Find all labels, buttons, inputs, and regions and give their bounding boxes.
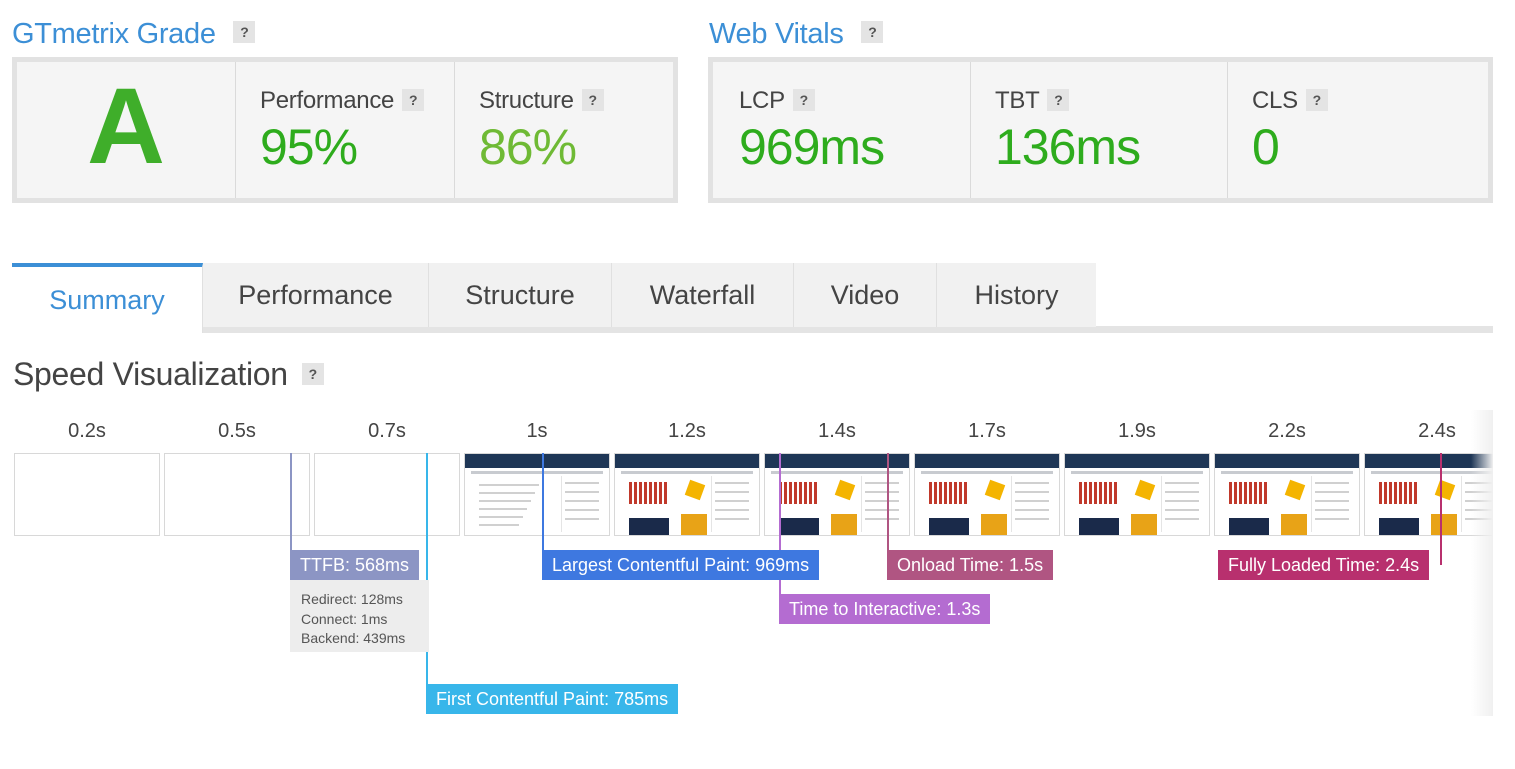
lcp-badge: Largest Contentful Paint: 969ms (542, 550, 820, 580)
cls-label-text: CLS (1252, 87, 1298, 114)
tab-performance[interactable]: Performance (203, 263, 429, 327)
frame-time-label: 1.7s (968, 420, 1006, 442)
cls-value: 0 (1252, 119, 1280, 175)
fully-loaded-marker-line (1440, 453, 1442, 565)
tab-structure[interactable]: Structure (429, 263, 612, 327)
help-icon[interactable]: ? (1305, 88, 1328, 111)
frame-time-label: 1.9s (1118, 420, 1156, 442)
structure-value: 86% (479, 119, 577, 175)
help-icon[interactable]: ? (1047, 88, 1070, 111)
fcp-marker-line (426, 453, 428, 700)
fcp-badge: First Contentful Paint: 785ms (426, 684, 679, 714)
tbt-cell: TBT? 136ms (971, 62, 1228, 198)
help-icon[interactable]: ? (792, 88, 815, 111)
frame-time-label: 0.7s (368, 420, 406, 442)
grade-letter: A (87, 65, 165, 186)
frame-time-label: 0.2s (68, 420, 106, 442)
ttfb-details: Redirect: 128ms Connect: 1ms Backend: 43… (290, 580, 429, 652)
speed-timeline: 0.2s 0.5s 0.7s 1s 1.2s 1.4s 1.7s 1.9s 2.2s 2.4s T… (0, 410, 1493, 716)
web-vitals-title: Web Vitals ? (709, 18, 884, 51)
filmstrip-frame[interactable] (614, 453, 760, 536)
filmstrip-frame[interactable] (1214, 453, 1360, 536)
onload-badge: Onload Time: 1.5s (887, 550, 1054, 580)
structure-cell: Structure? 86% (455, 62, 673, 198)
ttfb-redirect: Redirect: 128ms (301, 591, 403, 607)
speed-visualization-title: Speed Visualization? (13, 356, 324, 393)
performance-label: Performance? (260, 87, 425, 115)
grade-cell: A (17, 62, 236, 198)
web-vitals-panel: LCP? 969ms TBT? 136ms CLS? 0 (708, 57, 1493, 203)
help-icon[interactable]: ? (402, 88, 425, 111)
frame-time-label: 1s (526, 420, 548, 442)
tab-summary[interactable]: Summary (12, 263, 203, 333)
lcp-label-text: LCP (739, 87, 785, 114)
performance-cell: Performance? 95% (236, 62, 455, 198)
tbt-label-text: TBT (995, 87, 1040, 114)
tab-history[interactable]: History (937, 263, 1096, 327)
filmstrip-frame[interactable] (464, 453, 610, 536)
structure-label: Structure? (479, 87, 604, 115)
report-tabs: Summary Performance Structure Waterfall … (12, 263, 1096, 333)
tbt-label: TBT? (995, 87, 1070, 115)
performance-value: 95% (260, 119, 358, 175)
ttfb-badge: TTFB: 568ms (290, 550, 420, 580)
onload-marker-line (887, 453, 889, 565)
cls-cell: CLS? 0 (1228, 62, 1488, 198)
lcp-value: 969ms (739, 119, 885, 175)
filmstrip-frame[interactable] (1064, 453, 1210, 536)
structure-label-text: Structure (479, 87, 574, 114)
help-icon[interactable]: ? (581, 88, 604, 111)
lcp-label: LCP? (739, 87, 815, 115)
tab-waterfall[interactable]: Waterfall (612, 263, 794, 327)
web-vitals-title-text: Web Vitals (709, 18, 844, 50)
tab-video[interactable]: Video (794, 263, 937, 327)
ttfb-marker-line (290, 453, 292, 565)
speed-visualization-title-text: Speed Visualization (13, 356, 288, 392)
tbt-value: 136ms (995, 119, 1141, 175)
filmstrip-frame[interactable] (314, 453, 460, 536)
cls-label: CLS? (1252, 87, 1328, 115)
gtmetrix-grade-title-text: GTmetrix Grade (12, 18, 216, 50)
filmstrip-frame[interactable] (14, 453, 160, 536)
fully-loaded-badge: Fully Loaded Time: 2.4s (1218, 550, 1430, 580)
tti-badge: Time to Interactive: 1.3s (779, 594, 991, 624)
help-icon[interactable]: ? (301, 362, 324, 385)
help-icon[interactable]: ? (233, 21, 256, 44)
frame-time-label: 1.2s (668, 420, 706, 442)
frame-time-label: 2.2s (1268, 420, 1306, 442)
timeline-fade (1471, 410, 1493, 716)
lcp-cell: LCP? 969ms (713, 62, 971, 198)
performance-label-text: Performance (260, 87, 395, 114)
gtmetrix-grade-panel: A Performance? 95% Structure? 86% (12, 57, 678, 203)
frame-time-label: 1.4s (818, 420, 856, 442)
lcp-marker-line (542, 453, 544, 565)
filmstrip-frame[interactable] (914, 453, 1060, 536)
tti-marker-line (779, 453, 781, 608)
ttfb-connect: Connect: 1ms (301, 610, 388, 627)
filmstrip-frame[interactable] (164, 453, 310, 536)
gtmetrix-grade-title: GTmetrix Grade ? (12, 18, 256, 51)
frame-time-label: 0.5s (218, 420, 256, 442)
help-icon[interactable]: ? (861, 21, 884, 44)
ttfb-backend: Backend: 439ms (301, 630, 406, 646)
